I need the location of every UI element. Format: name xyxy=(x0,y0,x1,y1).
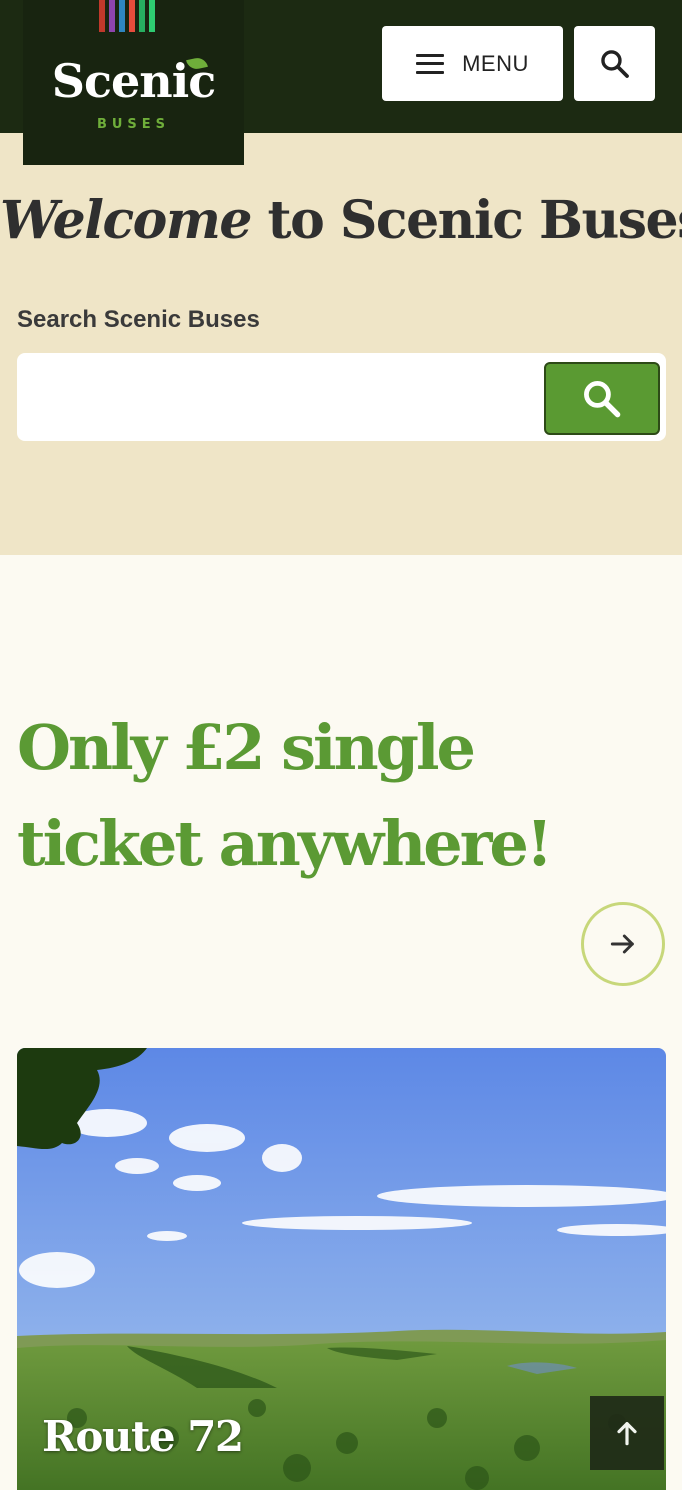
menu-button[interactable]: MENU xyxy=(382,26,563,101)
promo-arrow-button[interactable] xyxy=(581,902,665,986)
arrow-up-icon xyxy=(617,1422,637,1446)
search-form xyxy=(17,353,666,441)
header-search-button[interactable] xyxy=(574,26,655,101)
logo-wordmark: Scenic xyxy=(51,54,216,108)
logo-subtitle: BUSES xyxy=(96,117,171,132)
search-label: Search Scenic Buses xyxy=(17,306,260,333)
site-logo[interactable]: Scenic BUSES xyxy=(23,0,244,165)
route-card-title: Route 72 xyxy=(42,1412,244,1461)
arrow-right-icon xyxy=(610,934,634,954)
page-title-emphasis: Welcome xyxy=(0,190,252,251)
hamburger-icon xyxy=(416,53,445,74)
search-icon xyxy=(584,380,621,417)
logo-stripes xyxy=(99,0,155,32)
search-icon xyxy=(600,49,629,78)
promo-link[interactable]: Only £2 single ticket anywhere! xyxy=(17,700,577,892)
page-title-rest: to Scenic Buses xyxy=(250,190,682,251)
back-to-top-button[interactable] xyxy=(590,1396,664,1470)
menu-button-label: MENU xyxy=(462,50,529,76)
page-title: Welcome to Scenic Buses xyxy=(0,190,682,251)
search-submit-button[interactable] xyxy=(544,362,660,435)
search-input[interactable] xyxy=(29,363,529,431)
